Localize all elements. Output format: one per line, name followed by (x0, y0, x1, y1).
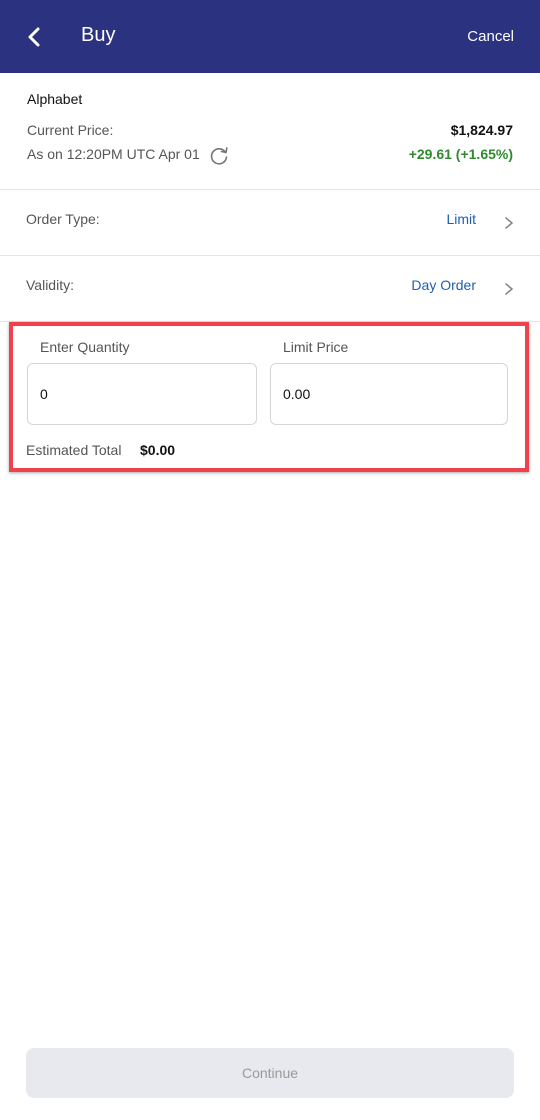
order-type-label: Order Type: (26, 211, 100, 227)
estimated-total-label: Estimated Total (26, 442, 122, 458)
back-button[interactable] (20, 22, 48, 52)
current-price-label: Current Price: (27, 122, 114, 138)
quantity-input[interactable] (27, 363, 257, 425)
order-type-value: Limit (446, 211, 476, 227)
page-title: Buy (81, 24, 116, 46)
validity-value: Day Order (411, 277, 476, 293)
refresh-button[interactable] (208, 145, 230, 167)
limit-price-label: Limit Price (283, 339, 349, 355)
stock-info-section: Alphabet Current Price: $1,824.97 As on … (0, 73, 540, 190)
price-timestamp: As on 12:20PM UTC Apr 01 (27, 146, 200, 162)
validity-label: Validity: (26, 277, 74, 293)
continue-button[interactable]: Continue (26, 1048, 514, 1098)
validity-row[interactable]: Validity: Day Order (0, 256, 540, 322)
chevron-left-icon (28, 27, 40, 47)
refresh-icon (210, 147, 228, 165)
cancel-button[interactable]: Cancel (467, 28, 514, 45)
estimated-total-value: $0.00 (140, 442, 176, 458)
order-entry-section: Enter Quantity Limit Price Estimated Tot… (9, 322, 529, 472)
limit-price-input[interactable] (270, 363, 508, 425)
order-type-row[interactable]: Order Type: Limit (0, 190, 540, 256)
buy-order-screen: Buy Cancel Alphabet Current Price: $1,82… (0, 0, 540, 1120)
stock-name: Alphabet (27, 91, 83, 107)
app-header: Buy Cancel (0, 0, 540, 73)
current-price-value: $1,824.97 (450, 122, 513, 138)
price-change-value: +29.61 (+1.65%) (408, 146, 513, 162)
chevron-right-icon (505, 283, 513, 295)
chevron-right-icon (505, 217, 513, 229)
quantity-label: Enter Quantity (40, 339, 130, 355)
